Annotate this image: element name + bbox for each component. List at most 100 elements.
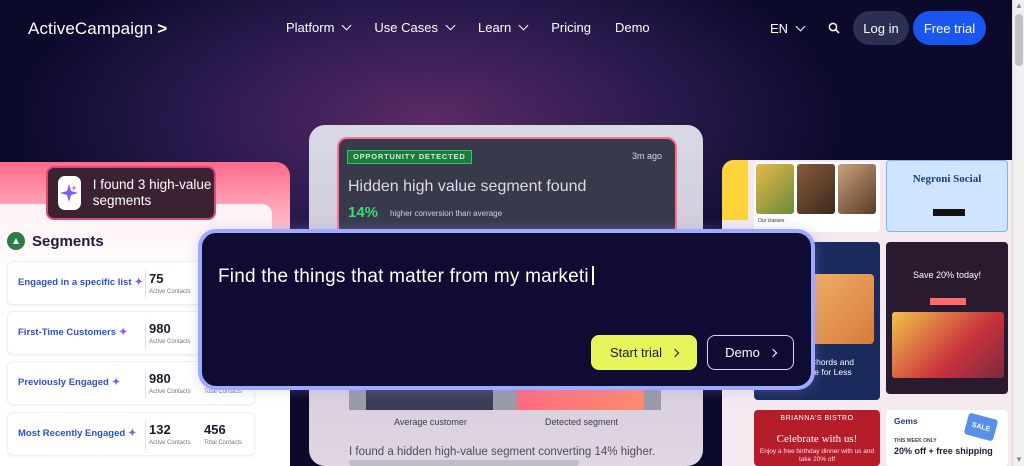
search-icon[interactable] (828, 22, 840, 34)
divider (145, 269, 146, 299)
chevron-down-icon (445, 20, 456, 31)
opportunity-percent-text: higher conversion than average (390, 209, 503, 218)
template-food: Our classes (754, 162, 880, 232)
nav-platform[interactable]: Platform (286, 20, 352, 35)
nav-label: Learn (477, 20, 512, 35)
template-brand: BRIANNA'S BISTRO (780, 415, 854, 422)
vertical-scrollbar[interactable]: ▲ ▼ (1012, 0, 1024, 466)
nav-use-cases[interactable]: Use Cases (374, 20, 456, 35)
demo-button[interactable]: Demo (707, 335, 794, 370)
language-label: EN (770, 21, 789, 36)
scroll-thumb[interactable] (1015, 14, 1023, 66)
detected-segment-label: Detected segment (545, 417, 619, 427)
scroll-down-icon[interactable]: ▼ (1015, 456, 1023, 464)
template-bistro: BRIANNA'S BISTRO Celebrate with us! Enjo… (754, 410, 880, 466)
nav-learn[interactable]: Learn (477, 20, 529, 35)
segments-title: Segments (32, 232, 104, 250)
start-trial-button[interactable]: Start trial (591, 335, 697, 370)
nav-demo[interactable]: Demo (615, 20, 650, 35)
template-image (797, 164, 835, 214)
logo-chevron-icon: > (157, 19, 168, 38)
active-count: 132 (149, 422, 171, 437)
active-label: Active Contacts (149, 339, 191, 345)
sparkle-icon: ✦ (119, 327, 128, 338)
nav-pricing[interactable]: Pricing (551, 20, 591, 35)
template-image (838, 164, 876, 214)
sparkle-icon (58, 176, 81, 210)
chevron-right-icon (768, 348, 778, 357)
template-image (892, 312, 1004, 378)
detected-segment-bar (517, 386, 644, 410)
template-brand: Gems (894, 416, 918, 426)
segment-row[interactable]: Most Recently Engaged ✦ 132 Active Contac… (7, 412, 255, 456)
template-title: Celebrate with us! (776, 433, 858, 445)
ai-found-bubble: I found 3 high-value segments (46, 166, 216, 220)
text-cursor (591, 266, 594, 285)
page: ActiveCampaign > Platform Use Cases Learn… (0, 0, 1012, 466)
active-label: Active Contacts (149, 289, 191, 295)
ai-found-text: I found 3 high-value segments (92, 177, 212, 208)
total-count: 456 (204, 422, 226, 437)
segment-name: Previously Engaged ✦ (18, 377, 121, 388)
sparkle-icon: ✦ (134, 277, 143, 288)
template-strip (722, 160, 748, 220)
sparkle-icon: ✦ (111, 377, 121, 388)
template-title: Negroni Social (912, 173, 982, 185)
login-button[interactable]: Log in (853, 11, 909, 45)
logo-text: ActiveCampaign (28, 19, 154, 38)
active-count: 980 (149, 321, 171, 336)
template-text: Chords and ce for Less (810, 357, 854, 377)
template-negroni: Negroni Social (886, 160, 1008, 232)
active-count: 75 (149, 271, 164, 286)
template-button (933, 209, 965, 216)
logo[interactable]: ActiveCampaign > (28, 19, 167, 39)
template-label: THIS WEEK ONLY (894, 438, 937, 444)
language-selector[interactable]: EN (770, 21, 806, 36)
template-gems: Gems THIS WEEK ONLY 20% off + free shipp… (886, 410, 1008, 466)
opportunity-time: 3m ago (632, 151, 663, 161)
nav-label: Pricing (551, 20, 591, 35)
scroll-up-icon[interactable]: ▲ (1015, 2, 1023, 10)
template-text: Enjoy a free birthday dinner with us and… (759, 448, 875, 463)
active-label: Active Contacts (149, 389, 191, 395)
segments-icon: ▲ (7, 232, 25, 250)
chevron-right-icon (670, 348, 680, 357)
total-label: Total Contacts (204, 440, 243, 446)
template-save: Save 20% today! (886, 242, 1008, 394)
nav-label: Use Cases (374, 20, 438, 35)
total-label: Total Contacts (204, 389, 243, 395)
sparkle-icon: ✦ (128, 428, 137, 439)
divider (145, 420, 146, 450)
chevron-down-icon (518, 20, 529, 31)
average-customer-bar (366, 386, 493, 410)
sale-tag-icon: SALE (963, 412, 999, 442)
template-image (756, 164, 794, 214)
nav-label: Demo (614, 20, 650, 35)
template-button (930, 298, 966, 305)
divider (145, 369, 146, 399)
nav-links: Platform Use Cases Learn Pricing Demo (286, 20, 674, 35)
active-count: 980 (149, 371, 171, 386)
insight-text-line (349, 460, 579, 466)
segment-name: Most Recently Engaged ✦ (18, 428, 137, 439)
ai-prompt-input[interactable]: Find the things that matter from my mark… (218, 266, 594, 288)
segment-name: First-Time Customers ✦ (18, 327, 128, 338)
free-trial-button[interactable]: Free trial (913, 11, 986, 45)
top-nav: ActiveCampaign > Platform Use Cases Learn… (0, 0, 1012, 58)
button-label: Demo (725, 345, 760, 360)
active-label: Active Contacts (149, 440, 191, 446)
segments-heading: ▲ Segments (7, 232, 104, 250)
chevron-down-icon (341, 20, 352, 31)
insight-text: I found a hidden high-value segment conv… (349, 446, 656, 458)
template-title: Save 20% today! (912, 270, 982, 280)
chevron-down-icon (795, 21, 806, 32)
button-label: Start trial (609, 345, 662, 360)
template-offer: 20% off + free shipping (894, 446, 993, 456)
average-customer-label: Average customer (394, 417, 467, 427)
segment-name: Engaged in a specific list ✦ (18, 277, 143, 288)
prompt-text: Find the things that matter from my mark… (218, 266, 589, 287)
nav-label: Platform (286, 20, 335, 35)
divider (145, 319, 146, 349)
opportunity-title: Hidden high value segment found (348, 178, 587, 195)
opportunity-percent: 14% (348, 204, 379, 221)
